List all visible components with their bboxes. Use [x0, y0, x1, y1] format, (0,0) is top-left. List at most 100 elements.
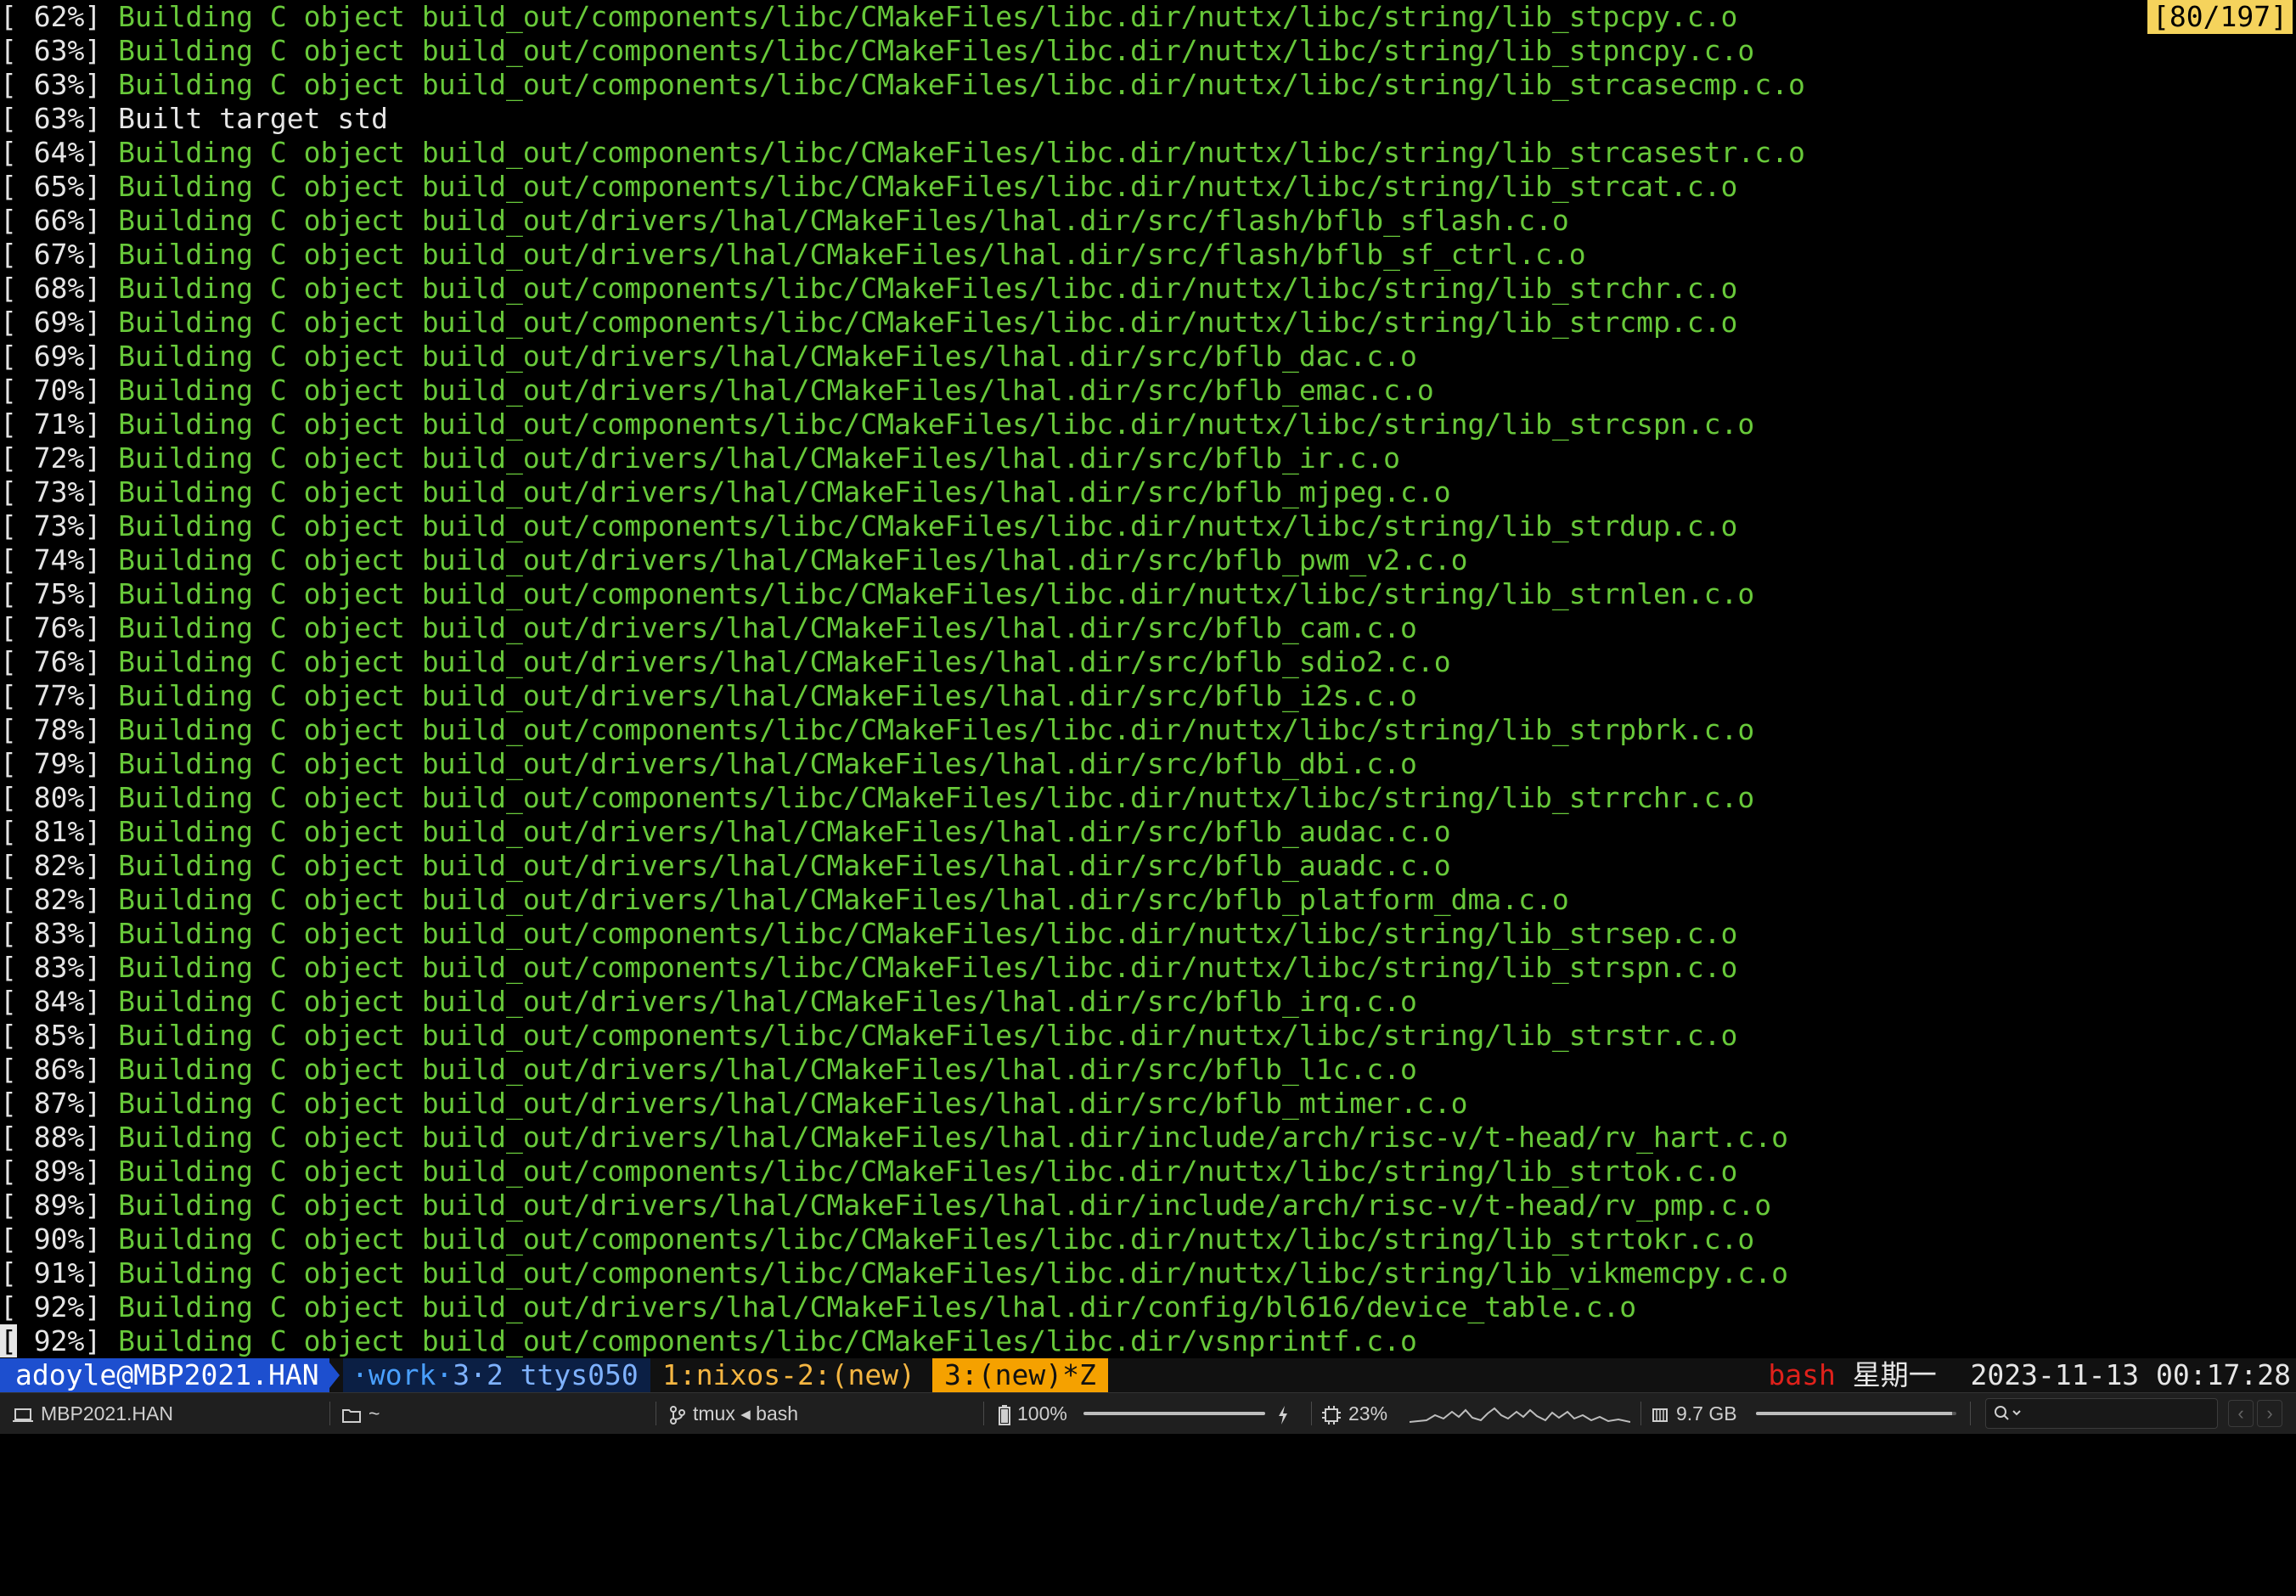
- battery-segment[interactable]: 100%: [999, 1393, 1067, 1434]
- battery-level-fill: [1083, 1412, 1265, 1415]
- terminal-line: [ 92%] Building C object build_out/drive…: [0, 1290, 1636, 1324]
- terminal-line: [ 80%] Building C object build_out/compo…: [0, 781, 1754, 815]
- build-progress-percent: [ 89%]: [0, 1155, 102, 1188]
- terminal-line: [ 76%] Building C object build_out/drive…: [0, 645, 1451, 679]
- build-message: Building C object build_out/drivers/lhal…: [101, 1087, 1468, 1120]
- terminal-line: [ 86%] Building C object build_out/drive…: [0, 1053, 1417, 1087]
- cpu-segment[interactable]: 23%: [1321, 1393, 1387, 1434]
- build-message: Building C object build_out/drivers/lhal…: [101, 645, 1451, 678]
- build-progress-percent: [ 88%]: [0, 1121, 102, 1154]
- work-label: ·work·: [352, 1358, 453, 1391]
- terminal-line: [ 62%] Building C object build_out/compo…: [0, 0, 1737, 34]
- build-progress-percent: [ 63%]: [0, 68, 102, 101]
- build-progress-percent: [ 73%]: [0, 509, 102, 542]
- terminal-line: [ 85%] Building C object build_out/compo…: [0, 1019, 1737, 1053]
- build-progress-percent: [ 84%]: [0, 985, 102, 1018]
- build-message: Building C object build_out/drivers/lhal…: [101, 340, 1417, 373]
- build-progress-percent: [ 70%]: [0, 374, 102, 407]
- terminal-line: [ 64%] Building C object build_out/compo…: [0, 136, 1805, 170]
- build-progress-percent: [ 92%]: [0, 1290, 102, 1323]
- terminal-line: [ 66%] Building C object build_out/drive…: [0, 204, 1569, 238]
- build-message: Building C object build_out/components/l…: [101, 781, 1755, 814]
- terminal-line: [ 73%] Building C object build_out/drive…: [0, 475, 1451, 509]
- build-message: Building C object build_out/components/l…: [101, 1155, 1738, 1188]
- path-segment[interactable]: ~: [341, 1393, 380, 1434]
- memory-level-fill: [1756, 1412, 1953, 1415]
- build-progress-percent: [ 72%]: [0, 441, 102, 475]
- build-progress-percent: [ 90%]: [0, 1222, 102, 1256]
- terminal-line: [ 74%] Building C object build_out/drive…: [0, 543, 1468, 577]
- terminal-line: [ 63%] Built target std: [0, 102, 388, 136]
- build-message: Building C object build_out/components/l…: [101, 407, 1755, 441]
- tmux-window-1[interactable]: 1:nixos-2:(new): [650, 1358, 927, 1392]
- build-progress-percent: [ 76%]: [0, 645, 102, 678]
- build-message: Building C object build_out/components/l…: [101, 1222, 1755, 1256]
- build-progress-percent: [ 64%]: [0, 136, 102, 169]
- memory-level-bar: [1756, 1412, 1956, 1415]
- build-message: Building C object build_out/components/l…: [101, 272, 1738, 305]
- build-progress-percent: [ 89%]: [0, 1189, 102, 1222]
- build-message: Building C object build_out/drivers/lhal…: [101, 679, 1417, 712]
- search-field[interactable]: [1985, 1398, 2218, 1429]
- build-progress-percent: [ 82%]: [0, 883, 102, 916]
- build-message: Building C object build_out/drivers/lhal…: [101, 1189, 1772, 1222]
- build-progress-percent: [ 82%]: [0, 849, 102, 882]
- build-message: Building C object build_out/components/l…: [101, 170, 1738, 203]
- build-progress-percent: [ 81%]: [0, 815, 102, 848]
- pane-tty: 3·2 ttys050: [453, 1358, 639, 1391]
- build-message: Building C object build_out/components/l…: [101, 306, 1738, 339]
- build-message: Building C object build_out/drivers/lhal…: [101, 849, 1451, 882]
- host-segment[interactable]: MBP2021.HAN: [12, 1393, 173, 1434]
- terminal-line: [ 71%] Building C object build_out/compo…: [0, 407, 1754, 441]
- battery-label: 100%: [1017, 1402, 1067, 1425]
- build-message: Building C object build_out/drivers/lhal…: [101, 815, 1451, 848]
- terminal-line: [ 79%] Building C object build_out/drive…: [0, 747, 1417, 781]
- build-progress-percent: [ 85%]: [0, 1019, 102, 1052]
- terminal-line: [ 69%] Building C object build_out/drive…: [0, 340, 1417, 374]
- build-progress-percent: [ 69%]: [0, 340, 102, 373]
- build-message: Building C object build_out/components/l…: [101, 917, 1738, 950]
- tmux-window-3-active[interactable]: 3:(new)*Z: [932, 1358, 1108, 1392]
- terminal-line: [ 89%] Building C object build_out/compo…: [0, 1155, 1737, 1189]
- build-progress-percent: [ 79%]: [0, 747, 102, 780]
- build-message: Building C object build_out/components/l…: [101, 1324, 1417, 1357]
- terminal-line: [ 84%] Building C object build_out/drive…: [0, 985, 1417, 1019]
- cpu-sparkline: [1410, 1407, 1630, 1423]
- divider: [1311, 1402, 1312, 1425]
- terminal-line: [ 90%] Building C object build_out/compo…: [0, 1222, 1754, 1256]
- build-progress-percent: [ 73%]: [0, 475, 102, 509]
- build-message: Building C object build_out/drivers/lhal…: [101, 611, 1417, 644]
- cpu-label: 23%: [1348, 1402, 1388, 1425]
- build-message: Building C object build_out/drivers/lhal…: [101, 1121, 1788, 1154]
- build-message: Building C object build_out/components/l…: [101, 0, 1738, 33]
- build-progress-percent: [ 76%]: [0, 611, 102, 644]
- terminal-line: [ 82%] Building C object build_out/drive…: [0, 883, 1569, 917]
- build-progress-percent: [ 91%]: [0, 1256, 102, 1290]
- build-message: Building C object build_out/drivers/lhal…: [101, 543, 1468, 576]
- previous-button[interactable]: ‹: [2228, 1400, 2254, 1427]
- next-button[interactable]: ›: [2257, 1400, 2282, 1427]
- build-progress-percent: [ 92%]: [0, 1324, 102, 1357]
- build-message: Building C object build_out/components/l…: [101, 34, 1755, 67]
- terminal-line: [ 63%] Building C object build_out/compo…: [0, 68, 1805, 102]
- build-message: Building C object build_out/drivers/lhal…: [101, 204, 1569, 237]
- terminal-line: [ 67%] Building C object build_out/drive…: [0, 238, 1586, 272]
- shell-name: bash: [1768, 1358, 1836, 1391]
- terminal-line: [ 87%] Building C object build_out/drive…: [0, 1087, 1468, 1121]
- build-message: Building C object build_out/drivers/lhal…: [101, 1290, 1637, 1323]
- build-progress-percent: [ 87%]: [0, 1087, 102, 1120]
- process-segment[interactable]: tmux ◂ bash: [669, 1393, 798, 1434]
- build-progress-percent: [ 74%]: [0, 543, 102, 576]
- path-label: ~: [369, 1402, 380, 1425]
- build-progress-percent: [ 78%]: [0, 713, 102, 746]
- branch-icon: [670, 1405, 685, 1425]
- build-message: Building C object build_out/drivers/lhal…: [101, 1053, 1417, 1086]
- terminal-line: [ 91%] Building C object build_out/compo…: [0, 1256, 1788, 1290]
- build-message: Building C object build_out/drivers/lhal…: [101, 374, 1434, 407]
- terminal-pane[interactable]: [ 62%] Building C object build_out/compo…: [0, 0, 2296, 1358]
- process-label: tmux ◂ bash: [693, 1402, 799, 1425]
- build-progress-percent: [ 65%]: [0, 170, 102, 203]
- tmux-session-name[interactable]: adoyle@MBP2021.HAN: [0, 1358, 329, 1392]
- cpu-chip-icon: [1322, 1405, 1341, 1425]
- memory-segment[interactable]: 9.7 GB: [1651, 1393, 1737, 1434]
